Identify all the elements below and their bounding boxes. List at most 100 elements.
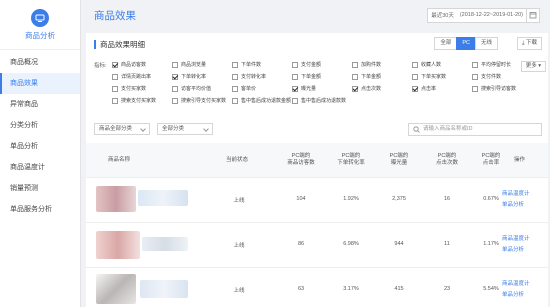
category-select-1[interactable]: 商品全部分类 xyxy=(94,123,150,135)
checkbox-box[interactable] xyxy=(292,85,298,92)
single-analysis-link[interactable]: 单品分析 xyxy=(502,200,524,208)
thermometer-link[interactable]: 商品温度计 xyxy=(502,234,530,242)
status-cell: 上线 xyxy=(233,288,245,294)
checkbox-box[interactable] xyxy=(292,61,298,68)
clicks-cell: 23 xyxy=(443,286,451,292)
single-analysis-link[interactable]: 单品分析 xyxy=(502,245,524,253)
indicator-checkbox[interactable]: 支付件数 xyxy=(472,73,501,80)
calendar-icon[interactable] xyxy=(526,8,539,22)
indicator-checkbox[interactable]: 搜索引导访客数 xyxy=(472,85,516,92)
date-range-picker[interactable]: 最近30天 (2018-12-22~2019-01-20) xyxy=(427,7,540,23)
thermometer-link[interactable]: 商品温度计 xyxy=(502,279,530,287)
checkbox-box[interactable] xyxy=(352,85,358,92)
more-button[interactable]: 更多 ▾ xyxy=(520,61,546,72)
checkbox-label: 收藏人数 xyxy=(421,62,442,68)
checkbox-box[interactable] xyxy=(112,73,118,80)
checkbox-label: 下单金额 xyxy=(361,74,382,80)
indicator-checkbox[interactable]: 支付金额 xyxy=(292,61,321,68)
sidebar-item-abnormal[interactable]: 异常商品 xyxy=(0,94,80,115)
product-thumbnail[interactable] xyxy=(96,227,191,263)
table-row: 上线 86 6.98% 944 11 1.17% 商品温度计 单品分析 xyxy=(86,222,548,267)
thermometer-link[interactable]: 商品温度计 xyxy=(502,189,530,197)
checkbox-box[interactable] xyxy=(292,97,298,104)
indicator-checkbox[interactable]: 售中售后成功退款金额 xyxy=(232,97,291,104)
tab-wireless[interactable]: 无线 xyxy=(474,37,498,50)
product-thumbnail[interactable] xyxy=(96,182,191,218)
checkbox-label: 下单件数 xyxy=(241,62,262,68)
indicator-checkbox[interactable]: 支付买家数 xyxy=(112,85,146,92)
checkbox-box[interactable] xyxy=(352,61,358,68)
single-analysis-link[interactable]: 单品分析 xyxy=(502,290,524,298)
indicator-checkbox[interactable]: 曝光量 xyxy=(292,85,316,92)
search-input[interactable]: 请输入商品名称或ID xyxy=(408,123,542,136)
indicator-checkbox[interactable]: 下单件数 xyxy=(232,61,261,68)
checkbox-box[interactable] xyxy=(112,97,118,104)
col-expo: PC端的 曝光量 xyxy=(389,153,409,166)
tab-pc[interactable]: PC xyxy=(456,37,476,50)
sidebar-item-single[interactable]: 单品分析 xyxy=(0,136,80,157)
clicks-cell: 11 xyxy=(444,241,450,247)
checkbox-box[interactable] xyxy=(292,73,298,80)
checkbox-box[interactable] xyxy=(232,85,238,92)
filters: 商品全部分类 全部分类 xyxy=(94,123,220,135)
checkbox-label: 访客平均价值 xyxy=(181,86,212,92)
download-button[interactable]: ⤓ 下载 xyxy=(517,37,542,50)
indicator-checkbox[interactable]: 支付转化率 xyxy=(232,73,266,80)
app-window: 商品分析 商品概况 商品效果 异常商品 分类分析 单品分析 商品温度计 销量预测… xyxy=(0,0,550,307)
sidebar-item-category[interactable]: 分类分析 xyxy=(0,115,80,136)
indicator-checkbox[interactable]: 下单金额 xyxy=(352,73,381,80)
indicator-checkbox[interactable]: 点击次数 xyxy=(352,85,381,92)
indicator-checkbox[interactable]: 下单金额 xyxy=(292,73,321,80)
indicator-checkbox[interactable]: 收藏人数 xyxy=(412,61,441,68)
checkbox-box[interactable] xyxy=(412,73,418,80)
expo-cell: 415 xyxy=(394,286,404,292)
sidebar-item-service[interactable]: 单品服务分析 xyxy=(0,199,80,220)
indicator-checkbox[interactable]: 搜索支付买家数 xyxy=(112,97,156,104)
checkbox-box[interactable] xyxy=(412,61,418,68)
col-name: 商品名称 xyxy=(108,157,131,163)
panel-title: 商品效果明细 xyxy=(94,39,145,49)
checkbox-box[interactable] xyxy=(232,97,238,104)
checkbox-label: 点击率 xyxy=(421,86,437,92)
checkbox-box[interactable] xyxy=(232,61,238,68)
indicator-checkbox[interactable]: 平均停留时长 xyxy=(472,61,511,68)
checkbox-box[interactable] xyxy=(172,97,178,104)
indicator-checkbox[interactable]: 详情页跳出率 xyxy=(112,73,151,80)
checkbox-box[interactable] xyxy=(172,61,178,68)
indicator-checkbox[interactable]: 访客平均价值 xyxy=(172,85,211,92)
main-area: 商品效果 最近30天 (2018-12-22~2019-01-20) 商品效果明… xyxy=(84,0,550,307)
indicator-checkbox[interactable]: 搜索引导支付买家数 xyxy=(172,97,226,104)
checkbox-box[interactable] xyxy=(232,73,238,80)
product-thumbnail[interactable] xyxy=(96,272,191,307)
checkbox-box[interactable] xyxy=(352,73,358,80)
sidebar-item-effect[interactable]: 商品效果 xyxy=(0,73,80,94)
indicator-checkbox[interactable]: 加购件数 xyxy=(352,61,381,68)
checkbox-box[interactable] xyxy=(412,85,418,92)
checkbox-box[interactable] xyxy=(112,85,118,92)
indicator-checkbox[interactable]: 售中售后成功退款数 xyxy=(292,97,346,104)
checkbox-box[interactable] xyxy=(472,85,478,92)
checkbox-box[interactable] xyxy=(172,73,178,80)
category-select-2[interactable]: 全部分类 xyxy=(157,123,213,135)
tab-all[interactable]: 全部 xyxy=(434,37,458,50)
status-cell: 上线 xyxy=(233,198,245,204)
indicator-checkbox[interactable]: 下单买家数 xyxy=(412,73,446,80)
indicator-checkbox[interactable]: 下单转化率 xyxy=(172,73,206,80)
indicator-checkbox[interactable]: 商品访客数 xyxy=(112,61,146,68)
checkbox-label: 下单转化率 xyxy=(181,74,207,80)
sidebar-item-overview[interactable]: 商品概况 xyxy=(0,52,80,73)
checkbox-box[interactable] xyxy=(472,73,478,80)
sidebar-item-thermometer[interactable]: 商品温度计 xyxy=(0,157,80,178)
checkbox-box[interactable] xyxy=(112,61,118,68)
visitors-cell: 104 xyxy=(296,196,306,202)
table-row: 上线 104 1.92% 2,375 16 0.67% 商品温度计 单品分析 xyxy=(86,177,548,222)
indicator-checkbox[interactable]: 客单价 xyxy=(232,85,256,92)
checkbox-box[interactable] xyxy=(172,85,178,92)
sidebar-item-forecast[interactable]: 销量预测 xyxy=(0,178,80,199)
checkbox-box[interactable] xyxy=(472,61,478,68)
expo-cell: 2,375 xyxy=(392,196,406,202)
page-title: 商品效果 xyxy=(94,9,136,22)
checkbox-label: 点击次数 xyxy=(361,86,382,92)
indicator-checkbox[interactable]: 商品浏览量 xyxy=(172,61,206,68)
indicator-checkbox[interactable]: 点击率 xyxy=(412,85,436,92)
